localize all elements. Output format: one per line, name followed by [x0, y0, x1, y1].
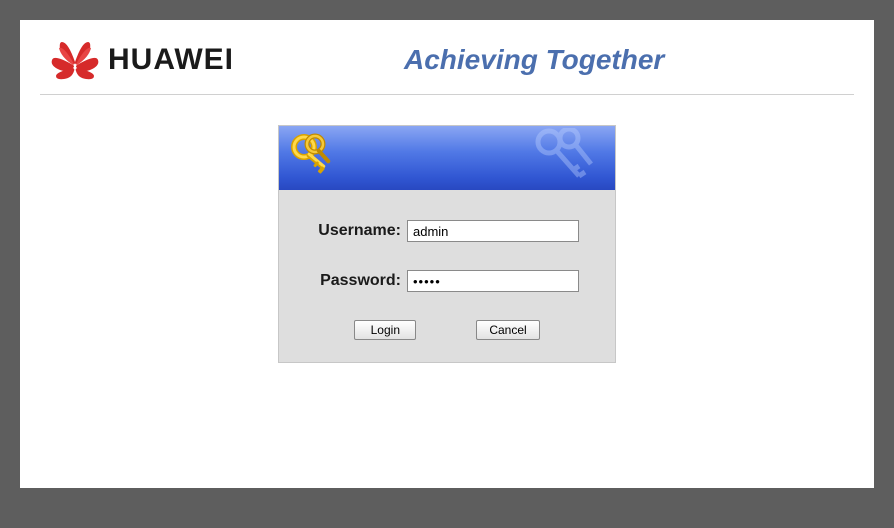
button-row: Login Cancel	[303, 320, 591, 340]
login-form: Username: Password: Login Cancel	[279, 190, 615, 362]
username-row: Username:	[303, 220, 591, 242]
huawei-logo-icon	[50, 38, 100, 82]
username-input[interactable]	[407, 220, 579, 242]
login-banner	[279, 126, 615, 190]
login-panel: Username: Password: Login Cancel	[278, 125, 616, 363]
username-label: Username:	[303, 222, 407, 240]
cancel-button[interactable]: Cancel	[476, 320, 539, 340]
tagline: Achieving Together	[404, 44, 664, 76]
login-button[interactable]: Login	[354, 320, 416, 340]
page-container: HUAWEI Achieving Together	[20, 20, 874, 488]
keys-watermark-icon	[529, 128, 599, 190]
brand-logo: HUAWEI	[50, 38, 234, 82]
brand-name: HUAWEI	[108, 43, 234, 77]
password-input[interactable]	[407, 270, 579, 292]
password-label: Password:	[303, 272, 407, 290]
header-bar: HUAWEI Achieving Together	[40, 20, 854, 95]
keys-icon	[289, 132, 343, 186]
password-row: Password:	[303, 270, 591, 292]
